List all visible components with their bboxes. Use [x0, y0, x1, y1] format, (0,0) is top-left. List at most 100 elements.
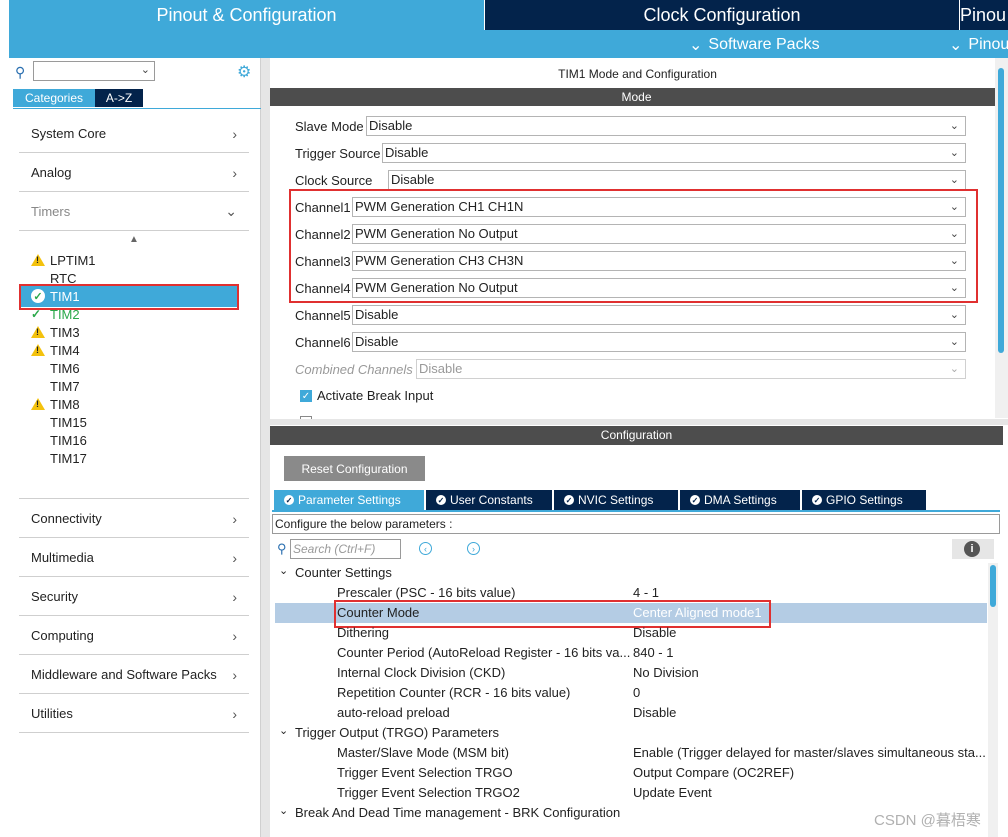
category-multimedia[interactable]: Multimedia › — [19, 539, 249, 577]
timer-item-tim2[interactable]: ✓ TIM2 — [31, 305, 80, 323]
tab-clock-configuration[interactable]: Clock Configuration — [485, 0, 959, 30]
chevron-right-icon: › — [232, 666, 237, 683]
slave-mode-label: Slave Mode — [295, 118, 364, 134]
timer-item-tim4[interactable]: ! TIM4 — [31, 341, 80, 359]
channel5-select[interactable]: Disable ⌄ — [352, 305, 966, 325]
pinout-menu[interactable]: ⌄ Pinou — [949, 35, 1008, 55]
scrollbar-thumb[interactable] — [990, 565, 996, 607]
gear-icon[interactable]: ⚙ — [237, 62, 251, 82]
check-icon: ✓ — [31, 307, 42, 321]
tab-gpio-settings[interactable]: ✓ GPIO Settings — [802, 490, 926, 510]
chevron-down-icon: ⌄ — [949, 147, 959, 159]
software-packs-menu[interactable]: ⌄ Software Packs — [689, 35, 820, 55]
info-icon: i — [964, 541, 980, 557]
timer-item-tim15[interactable]: TIM15 — [31, 413, 87, 431]
tab-label: DMA Settings — [704, 493, 777, 507]
category-security[interactable]: Security › — [19, 578, 249, 616]
chevron-right-icon: › — [232, 588, 237, 605]
scrollbar-thumb[interactable] — [998, 68, 1004, 353]
channel6-label: Channel6 — [295, 334, 351, 350]
timer-label: TIM4 — [50, 342, 80, 358]
component-search-input[interactable]: ⌄ — [33, 61, 155, 81]
tab-label: GPIO Settings — [826, 493, 903, 507]
warning-icon: ! — [31, 254, 45, 266]
trigger-source-label: Trigger Source — [295, 145, 381, 161]
param-value: Update Event — [633, 785, 712, 800]
category-analog[interactable]: Analog › — [19, 154, 249, 192]
search-previous-icon[interactable]: ‹ — [419, 542, 432, 555]
timer-item-tim6[interactable]: TIM6 — [31, 359, 80, 377]
timer-item-tim7[interactable]: TIM7 — [31, 377, 80, 395]
param-name: Master/Slave Mode (MSM bit) — [337, 745, 509, 760]
search-next-icon[interactable]: › — [467, 542, 480, 555]
timer-item-tim17[interactable]: TIM17 — [31, 449, 87, 467]
tab-pinout-partial[interactable]: Pinou — [960, 0, 1008, 30]
parameter-search-input[interactable]: Search (Ctrl+F) — [290, 539, 401, 559]
channel6-select[interactable]: Disable ⌄ — [352, 332, 966, 352]
chevron-right-icon: › — [232, 549, 237, 566]
panel-splitter[interactable] — [261, 58, 270, 837]
clock-source-select[interactable]: Disable ⌄ — [388, 170, 966, 190]
param-row[interactable]: Trigger Event Selection TRGO Output Compa… — [275, 763, 987, 783]
check-circle-icon: ✓ — [690, 495, 700, 505]
timer-label: TIM17 — [50, 450, 87, 466]
timer-label: TIM2 — [50, 306, 80, 322]
tab-a-z[interactable]: A->Z — [95, 89, 143, 107]
category-middleware[interactable]: Middleware and Software Packs › — [19, 656, 249, 694]
sort-icon[interactable]: ▲ — [129, 234, 139, 245]
slave-mode-select[interactable]: Disable ⌄ — [366, 116, 966, 136]
tab-label: Pinout & Configuration — [156, 4, 337, 25]
group-trigger-output[interactable]: ⌄ Trigger Output (TRGO) Parameters — [275, 723, 987, 743]
divider — [19, 498, 249, 499]
category-system-core[interactable]: System Core › — [19, 115, 249, 153]
tab-label: Pinou — [960, 4, 1007, 25]
button-label: Reset Configuration — [301, 461, 408, 476]
param-row[interactable]: Dithering Disable — [275, 623, 987, 643]
category-connectivity[interactable]: Connectivity › — [19, 500, 249, 538]
param-name: Dithering — [337, 625, 390, 640]
timer-label: TIM15 — [50, 414, 87, 430]
tab-pinout-configuration[interactable]: Pinout & Configuration — [9, 0, 484, 30]
reset-configuration-button[interactable]: Reset Configuration — [284, 456, 425, 481]
category-label: Middleware and Software Packs — [31, 667, 217, 682]
search-icon: ⚲ — [277, 541, 287, 556]
clock-source-label: Clock Source — [295, 172, 373, 188]
timer-item-lptim1[interactable]: ! LPTIM1 — [31, 251, 96, 269]
tab-categories[interactable]: Categories — [13, 89, 95, 107]
break-input-checkbox[interactable]: ✓ — [300, 390, 312, 402]
panel-splitter[interactable] — [270, 419, 1008, 425]
tab-dma-settings[interactable]: ✓ DMA Settings — [680, 490, 800, 510]
param-row[interactable]: auto-reload preload Disable — [275, 703, 987, 723]
info-button[interactable]: i — [952, 539, 994, 559]
group-counter-settings[interactable]: ⌄ Counter Settings — [275, 563, 987, 583]
param-row[interactable]: Internal Clock Division (CKD) No Division — [275, 663, 987, 683]
select-value: Disable — [419, 361, 463, 376]
category-label: Security — [31, 589, 78, 604]
tab-parameter-settings[interactable]: ✓ Parameter Settings — [274, 490, 424, 510]
mode-scrollbar[interactable] — [995, 58, 1008, 418]
combined-channels-select[interactable]: Disable ⌄ — [416, 359, 966, 379]
param-row[interactable]: Counter Period (AutoReload Register - 16… — [275, 643, 987, 663]
category-label: Connectivity — [31, 511, 102, 526]
category-timers[interactable]: Timers ⌄ — [19, 193, 249, 231]
tab-user-constants[interactable]: ✓ User Constants — [426, 490, 552, 510]
param-row[interactable]: Master/Slave Mode (MSM bit) Enable (Trigg… — [275, 743, 987, 763]
timer-label: LPTIM1 — [50, 252, 96, 268]
tab-nvic-settings[interactable]: ✓ NVIC Settings — [554, 490, 678, 510]
timer-item-tim8[interactable]: ! TIM8 — [31, 395, 80, 413]
param-row[interactable]: Trigger Event Selection TRGO2 Update Even… — [275, 783, 987, 803]
param-value: No Division — [633, 665, 699, 680]
trigger-source-select[interactable]: Disable ⌄ — [382, 143, 966, 163]
panel-title: TIM1 Mode and Configuration — [558, 67, 717, 81]
warning-icon: ! — [31, 398, 45, 410]
param-value: 0 — [633, 685, 641, 700]
category-computing[interactable]: Computing › — [19, 617, 249, 655]
param-row[interactable]: Repetition Counter (RCR - 16 bits value)… — [275, 683, 987, 703]
chevron-down-icon: ⌄ — [949, 363, 959, 375]
timer-item-tim16[interactable]: TIM16 — [31, 431, 87, 449]
left-sidebar: ⚲ ⌄ ⚙ Categories A->Z System Core › Analo… — [9, 58, 261, 837]
timer-item-tim3[interactable]: ! TIM3 — [31, 323, 80, 341]
category-utilities[interactable]: Utilities › — [19, 695, 249, 733]
parameter-scrollbar[interactable] — [988, 563, 998, 837]
category-label: System Core — [31, 126, 107, 141]
